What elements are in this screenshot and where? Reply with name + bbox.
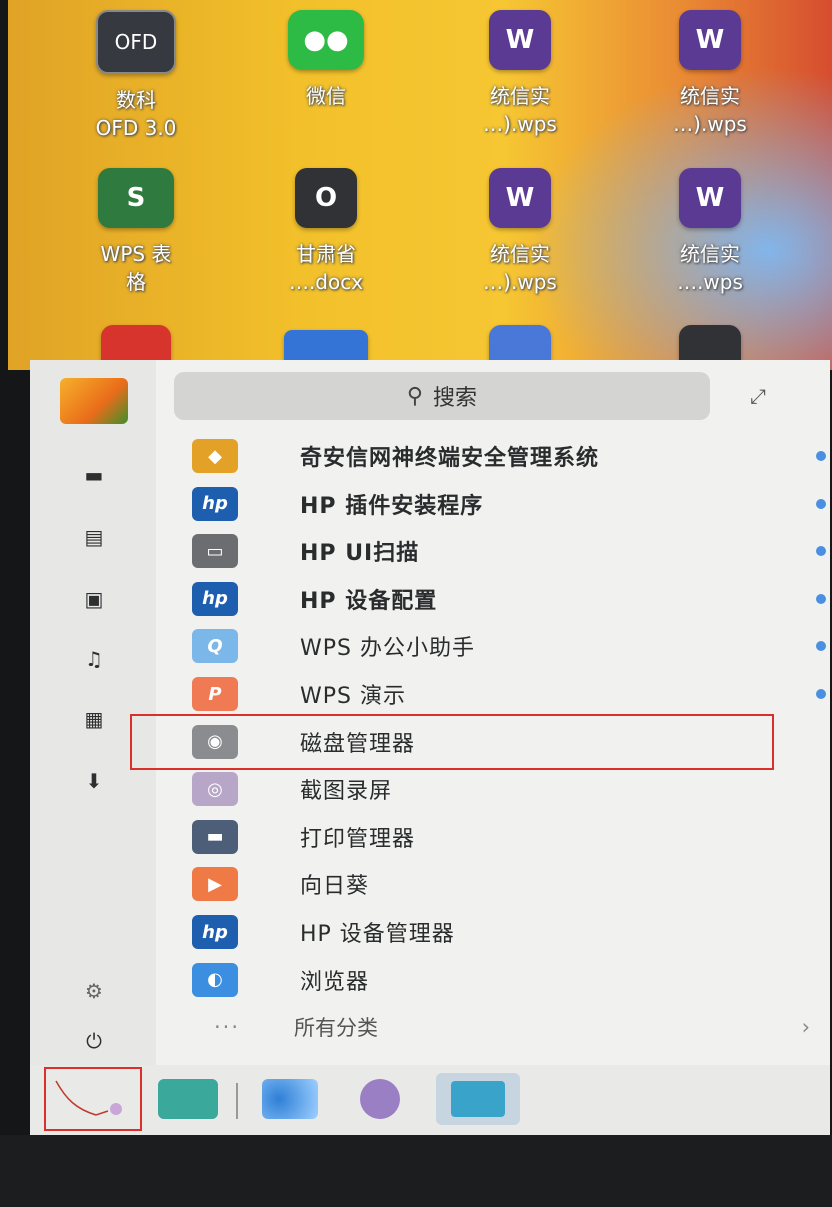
- fullscreen-toggle-icon[interactable]: ⤢: [750, 384, 766, 408]
- wps-writer-icon: W: [489, 168, 551, 228]
- new-app-indicator-dot: [816, 593, 826, 604]
- new-app-indicator-dot: [816, 451, 826, 461]
- wps-presentation-icon: P: [192, 677, 238, 711]
- desktop-icon[interactable]: W 统信实 …).wps: [640, 10, 780, 138]
- wps-writer-icon: W: [489, 10, 551, 70]
- new-app-indicator-dot: [816, 689, 826, 699]
- screenshot-icon[interactable]: [360, 1079, 400, 1119]
- new-app-indicator-dot: [816, 546, 826, 557]
- app-item[interactable]: ◐ 浏览器: [192, 956, 802, 1004]
- office-doc-icon: O: [295, 168, 357, 228]
- app-item[interactable]: ◎ 截图录屏: [192, 765, 802, 813]
- search-input[interactable]: ⚲ 搜索: [174, 372, 710, 420]
- highlight-disk-manager: [130, 714, 774, 770]
- hp-icon: hp: [192, 581, 238, 616]
- power-icon[interactable]: ⏻: [80, 1029, 108, 1053]
- app-item[interactable]: hp HP 设备配置: [192, 575, 826, 623]
- desktop-icon[interactable]: ●● 微信: [256, 10, 396, 110]
- desktop-icon[interactable]: W 统信实 ….wps: [640, 168, 780, 296]
- desktop-icon-label: 统信实 …).wps: [483, 242, 557, 294]
- launcher-button[interactable]: [44, 1067, 142, 1131]
- user-avatar[interactable]: [60, 378, 128, 424]
- hp-icon: hp: [192, 915, 238, 949]
- desktop-icon[interactable]: S WPS 表 格: [66, 168, 206, 296]
- app-item-label: HP UI扫描: [300, 541, 420, 567]
- app-item[interactable]: Q WPS 办公小助手: [192, 622, 826, 670]
- desktop-icon[interactable]: W 统信实 …).wps: [450, 168, 590, 296]
- app-item-label: HP 设备管理器: [300, 922, 455, 947]
- documents-icon[interactable]: ▤: [80, 525, 108, 549]
- desktop-icon[interactable]: OFD 数科 OFD 3.0: [66, 10, 206, 142]
- qianxin-icon: ◆: [192, 439, 238, 473]
- wechat-icon: ●●: [288, 10, 364, 70]
- app-store-button[interactable]: [436, 1073, 520, 1125]
- desktop: OFD 数科 OFD 3.0 ●● 微信 W 统信实 …).wps W 统信实 …).wps S…: [8, 0, 832, 390]
- app-item-label: 浏览器: [300, 969, 370, 995]
- chevron-right-icon: ›: [801, 1015, 810, 1039]
- desktop-icon[interactable]: O 甘肃省 ….docx: [256, 168, 396, 296]
- app-store-icon: [451, 1081, 505, 1117]
- app-item[interactable]: P WPS 演示: [192, 670, 826, 718]
- browser-icon: ◐: [192, 962, 238, 997]
- desktop-icon-label: 数科 OFD 3.0: [95, 88, 177, 140]
- app-list-panel: ⚲ 搜索 ⤢ ◆ 奇安信网神终端安全管理系统 hp HP 插件安装程序 ▭ HP UI扫描…: [156, 360, 830, 1065]
- wps-sheet-icon: S: [98, 168, 174, 228]
- monitor-bezel: [0, 1135, 832, 1207]
- settings-icon[interactable]: ⚙: [80, 979, 108, 1003]
- printer-icon: ▬: [192, 819, 238, 854]
- pictures-icon[interactable]: ▣: [80, 587, 108, 611]
- menu-sidebar: ▬ ▤ ▣ ♫ ▦ ⬇ ⚙ ⏻: [30, 360, 156, 1065]
- videos-icon[interactable]: ▦: [80, 707, 108, 731]
- desktop-icon-label: 微信: [306, 84, 346, 108]
- browser-icon[interactable]: [262, 1079, 318, 1119]
- all-categories-button[interactable]: ··· 所有分类 ›: [214, 1012, 810, 1042]
- taskbar: [30, 1065, 830, 1135]
- app-item-label: 向日葵: [300, 874, 370, 900]
- app-item[interactable]: hp HP 插件安装程序: [192, 480, 826, 528]
- hp-icon: hp: [192, 486, 238, 521]
- search-placeholder: 搜索: [433, 386, 478, 411]
- app-item-label: WPS 办公小助手: [300, 636, 475, 662]
- app-item[interactable]: ▶ 向日葵: [192, 860, 802, 908]
- start-menu: ▬ ▤ ▣ ♫ ▦ ⬇ ⚙ ⏻ ⚲ 搜索 ⤢ ◆ 奇安信网神终端安全管理系统 hp H…: [30, 360, 830, 1065]
- app-item[interactable]: ▭ HP UI扫描: [192, 527, 826, 575]
- desktop-icon-label: 统信实 ….wps: [677, 242, 743, 294]
- all-categories-label: 所有分类: [294, 1016, 378, 1040]
- new-app-indicator-dot: [816, 641, 826, 652]
- desktop-icon-label: 统信实 …).wps: [483, 84, 557, 136]
- desktop-icon-label: WPS 表 格: [100, 242, 172, 294]
- file-manager-icon[interactable]: [158, 1079, 218, 1119]
- desktop-icon-label: 统信实 …).wps: [673, 84, 747, 136]
- app-item[interactable]: hp HP 设备管理器: [192, 908, 802, 956]
- desktop-icon[interactable]: W 统信实 …).wps: [450, 10, 590, 138]
- desktop-icon-label: 甘肃省 ….docx: [288, 242, 364, 294]
- wps-writer-icon: W: [679, 10, 741, 70]
- search-icon: ⚲: [406, 383, 424, 409]
- downloads-icon[interactable]: ⬇: [80, 769, 108, 793]
- sunlogin-icon: ▶: [192, 867, 238, 902]
- app-item-label: WPS 演示: [300, 684, 406, 709]
- app-item[interactable]: ◆ 奇安信网神终端安全管理系统: [192, 432, 826, 480]
- app-item-label: HP 设备配置: [300, 588, 438, 614]
- new-app-indicator-dot: [816, 498, 826, 509]
- app-item-label: HP 插件安装程序: [300, 493, 484, 519]
- app-item[interactable]: ▬ 打印管理器: [192, 813, 802, 861]
- wps-assistant-icon: Q: [192, 629, 238, 664]
- more-icon: ···: [214, 1015, 241, 1039]
- computer-icon[interactable]: ▬: [80, 463, 108, 487]
- screenshot-icon: ◎: [192, 772, 238, 807]
- app-item-label: 截图录屏: [300, 779, 393, 805]
- app-item-label: 奇安信网神终端安全管理系统: [300, 446, 600, 471]
- music-icon[interactable]: ♫: [80, 647, 108, 671]
- app-item-label: 打印管理器: [300, 826, 416, 852]
- ofd-icon: OFD: [96, 10, 176, 74]
- wps-writer-icon: W: [679, 168, 741, 228]
- taskbar-divider: [236, 1083, 238, 1119]
- scanner-icon: ▭: [192, 534, 238, 569]
- launcher-icon: [55, 1080, 122, 1116]
